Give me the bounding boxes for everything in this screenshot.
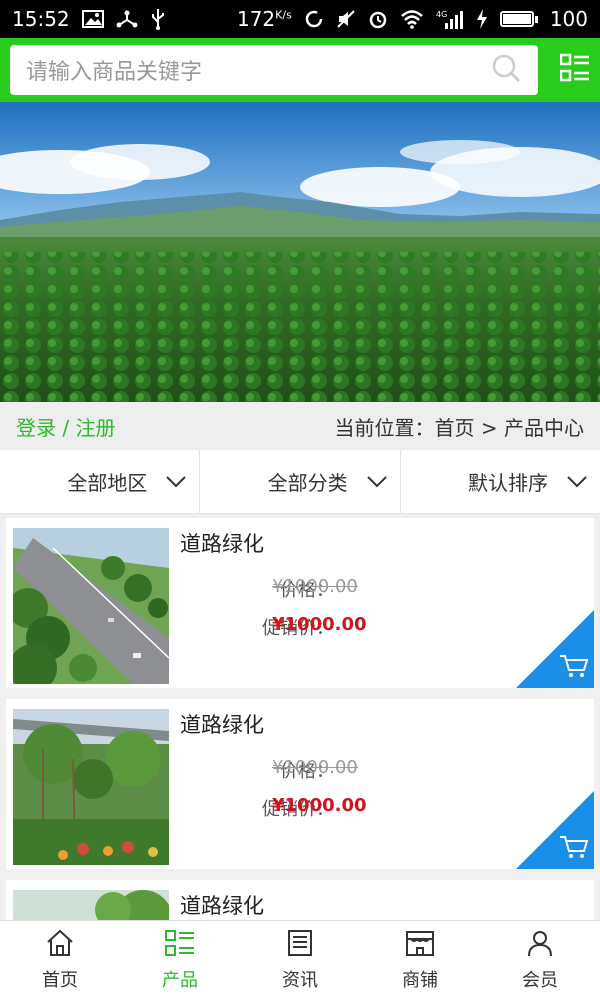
filter-region-label: 全部地区: [67, 471, 148, 495]
banner-image[interactable]: [0, 102, 600, 402]
news-icon: [286, 929, 314, 962]
filter-sort-label: 默认排序: [467, 471, 548, 495]
mute-icon: [336, 9, 356, 29]
usb-icon: [150, 8, 166, 30]
clock: 15:52: [12, 7, 70, 31]
search-header: 请输入商品关键字: [0, 38, 600, 102]
login-register-link[interactable]: 登录 / 注册: [16, 412, 115, 441]
net-speed: 172K/s: [236, 7, 292, 31]
original-price: ¥1000.00: [272, 576, 358, 597]
grid-list-icon: [165, 929, 195, 962]
tab-shop-label: 商铺: [402, 970, 438, 991]
tab-products[interactable]: 产品: [120, 921, 240, 1000]
promo-price: ¥1000.00: [272, 795, 367, 816]
breadcrumb: 登录 / 注册 当前位置：首页 > 产品中心: [0, 402, 600, 450]
tab-home[interactable]: 首页: [0, 921, 120, 1000]
product-title[interactable]: 道路绿化: [180, 709, 264, 739]
product-image: [13, 528, 169, 684]
product-card[interactable]: 道路绿化: [6, 880, 594, 920]
gallery-icon: [81, 10, 104, 28]
grid-list-icon: [559, 53, 590, 87]
filter-category[interactable]: 全部分类: [200, 450, 401, 513]
product-title[interactable]: 道路绿化: [180, 528, 264, 558]
signal-type: 4G: [436, 10, 447, 19]
chevron-down-icon: [566, 470, 588, 494]
status-bar: 15:52 172K/s 4G 100: [0, 0, 600, 38]
user-icon: [526, 929, 554, 962]
chevron-down-icon: [366, 470, 388, 494]
filter-bar: 全部地区 全部分类 默认排序: [0, 450, 600, 514]
cell-signal-icon: 4G: [436, 9, 464, 29]
bottom-tab-bar: 首页 产品 资讯 商铺 会员: [0, 920, 600, 1000]
sync-icon: [304, 9, 324, 29]
filter-region[interactable]: 全部地区: [0, 450, 201, 513]
charging-icon: [476, 9, 488, 29]
alarm-icon: [368, 9, 388, 29]
tab-products-label: 产品: [162, 970, 198, 991]
battery-level: 100: [549, 7, 588, 31]
product-image: [13, 890, 169, 920]
tab-home-label: 首页: [42, 970, 78, 991]
product-card[interactable]: 道路绿化 价格： ¥1000.00 促销价： ¥1000.00: [6, 518, 594, 688]
category-menu-button[interactable]: [538, 45, 590, 95]
wifi-icon: [400, 9, 424, 29]
tab-news[interactable]: 资讯: [240, 921, 360, 1000]
product-title[interactable]: 道路绿化: [180, 890, 264, 920]
tab-shop[interactable]: 商铺: [360, 921, 480, 1000]
search-placeholder: 请输入商品关键字: [26, 60, 203, 85]
tab-member[interactable]: 会员: [480, 921, 600, 1000]
product-card[interactable]: 道路绿化 价格： ¥1000.00 促销价： ¥1000.00: [6, 699, 594, 869]
share-icon: [116, 9, 138, 29]
promo-price: ¥1000.00: [272, 614, 367, 635]
add-to-cart-button[interactable]: [516, 610, 594, 688]
shop-icon: [405, 929, 435, 962]
tab-news-label: 资讯: [282, 970, 318, 991]
search-icon[interactable]: [490, 52, 522, 88]
search-input[interactable]: 请输入商品关键字: [10, 45, 538, 95]
battery-icon: [499, 11, 538, 27]
product-image: [13, 709, 169, 865]
original-price: ¥1000.00: [272, 757, 358, 778]
current-location: 当前位置：首页 > 产品中心: [334, 415, 584, 440]
chevron-down-icon: [165, 470, 187, 494]
filter-category-label: 全部分类: [267, 471, 348, 495]
add-to-cart-button[interactable]: [516, 791, 594, 869]
tab-member-label: 会员: [522, 970, 558, 991]
filter-sort[interactable]: 默认排序: [401, 450, 600, 513]
product-list: 道路绿化 价格： ¥1000.00 促销价： ¥1000.00 道路绿化 价格：…: [0, 514, 600, 920]
home-icon: [45, 929, 75, 962]
forest-landscape-image: [0, 102, 600, 402]
